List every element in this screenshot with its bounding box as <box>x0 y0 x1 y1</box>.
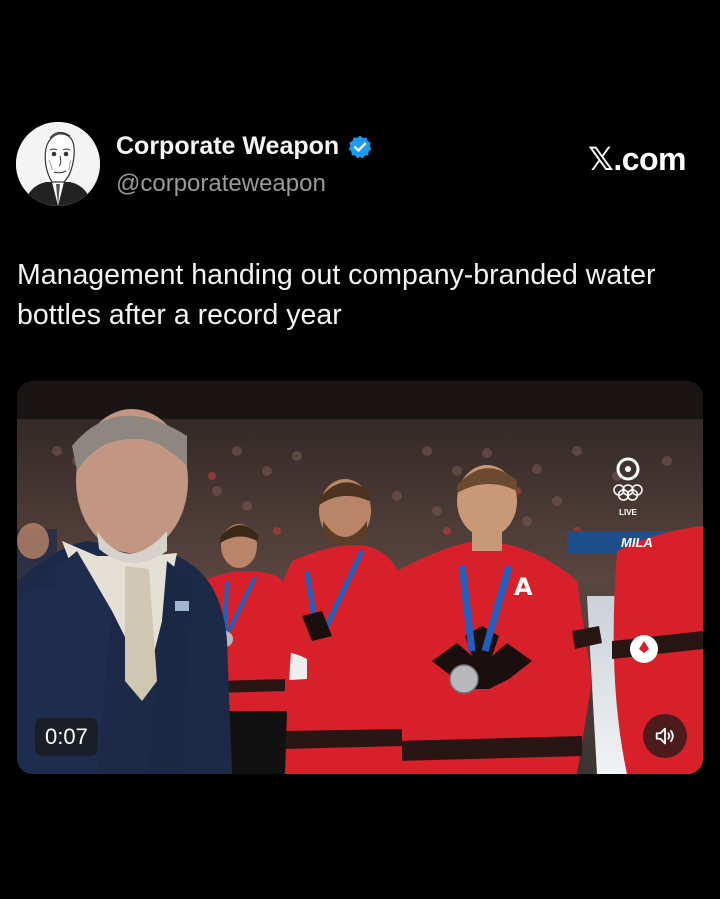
video-frame: 20 <box>17 381 703 774</box>
mute-button[interactable] <box>643 714 687 758</box>
name-row: Corporate Weapon <box>116 132 373 161</box>
avatar-illustration <box>16 122 100 206</box>
brand-suffix: .com <box>613 141 686 177</box>
x-logo-icon: 𝕏 <box>588 140 614 178</box>
arena-banner-text: MILA <box>621 535 653 550</box>
video-timestamp: 0:07 <box>35 718 98 756</box>
tweet-header: Corporate Weapon @corporateweapon 𝕏.com <box>16 122 706 212</box>
display-name[interactable]: Corporate Weapon <box>116 132 339 161</box>
handle[interactable]: @corporateweapon <box>116 170 326 198</box>
speaker-icon <box>655 727 674 745</box>
captain-letter: A <box>514 573 533 601</box>
x-com-watermark: 𝕏.com <box>588 140 686 178</box>
verified-badge-icon <box>347 134 373 160</box>
cbc-olympic-rings-icon <box>613 457 643 501</box>
tweet-text: Management handing out company-branded w… <box>17 259 656 331</box>
avatar[interactable] <box>16 122 100 206</box>
live-label: LIVE <box>619 508 637 517</box>
video-player[interactable]: 20 LIVE MILA A 0:07 <box>17 381 703 774</box>
broadcast-logo: LIVE <box>613 457 643 519</box>
